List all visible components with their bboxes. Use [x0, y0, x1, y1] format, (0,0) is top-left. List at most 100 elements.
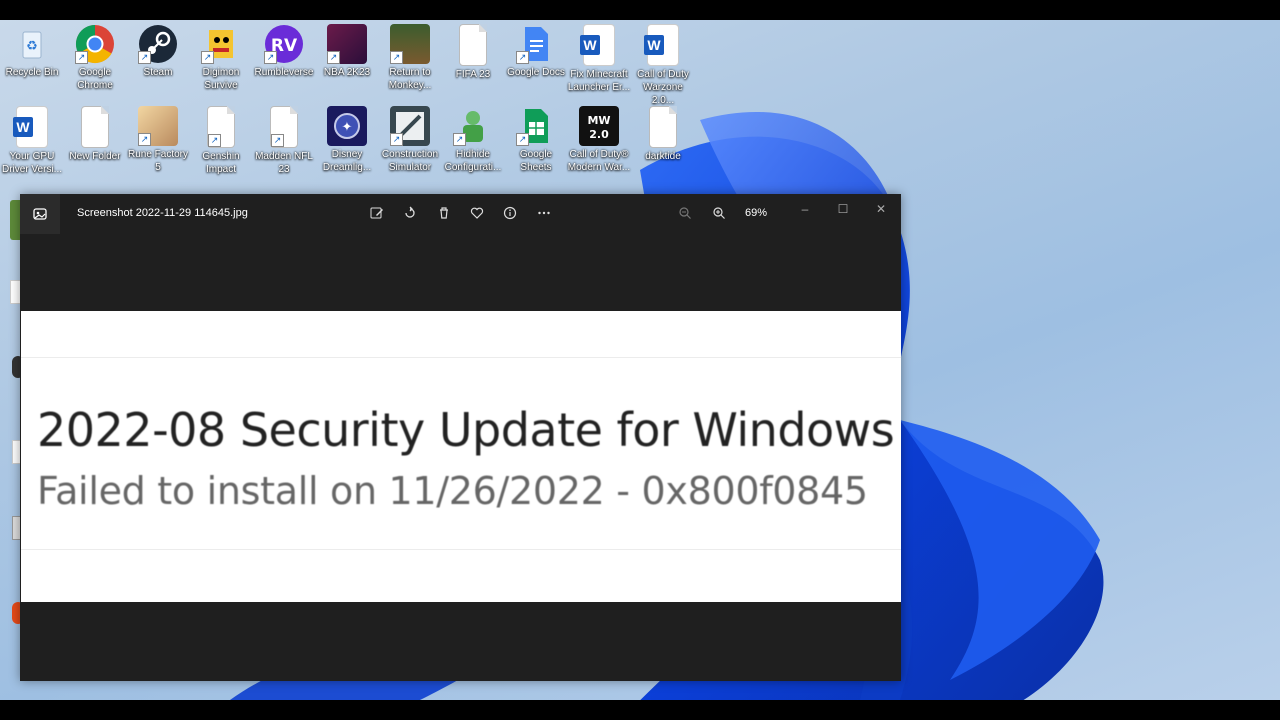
file-icon — [81, 106, 109, 148]
more-icon[interactable] — [535, 206, 553, 222]
desktop-icon-label: New Folder — [69, 151, 121, 162]
rumbleverse-icon: RV ↗ — [264, 24, 304, 64]
file-icon: ↗ — [207, 106, 235, 148]
shortcut-arrow-icon: ↗ — [201, 51, 214, 64]
desktop-icon-label: Your GPU Driver Versi... — [1, 151, 62, 175]
desktop-icon-label: Digimon Survive — [202, 67, 240, 91]
desktop-icon-label: Fix Minecraft Launcher Er... — [567, 69, 631, 93]
shortcut-arrow-icon: ↗ — [138, 51, 151, 64]
desktop-icon-label: Call of Duty Warzone 2.0... — [637, 69, 689, 106]
desktop-icon-return-to-monkey[interactable]: ↗ Return to Monkey... — [378, 24, 442, 92]
zoom-level[interactable]: 69% — [745, 207, 767, 219]
disney-icon: ✦ — [327, 106, 367, 146]
photos-viewer-window[interactable]: Screenshot 2022-11-29 114645.jpg 69% – ☐… — [20, 194, 901, 681]
desktop-icon-label: Call of Duty® Modern War... — [567, 149, 631, 173]
shortcut-arrow-icon: ↗ — [390, 51, 403, 64]
desktop-icon-madden[interactable]: ↗ Madden NFL 23 — [252, 106, 316, 176]
close-button[interactable]: ✕ — [863, 198, 899, 220]
desktop-icon-google-chrome[interactable]: ↗ Google Chrome — [63, 24, 127, 92]
digimon-icon: ↗ — [201, 24, 241, 64]
shortcut-arrow-icon: ↗ — [327, 51, 340, 64]
desktop-icon-label: Disney Dreamlig... — [322, 149, 372, 173]
desktop-icon-steam[interactable]: ↗ Steam — [126, 24, 190, 79]
desktop-icon-label: Return to Monkey... — [388, 67, 432, 91]
desktop-icon-nba-2k23[interactable]: ↗ NBA 2K23 — [315, 24, 379, 79]
chrome-icon: ↗ — [75, 24, 115, 64]
svg-text:✦: ✦ — [342, 119, 353, 134]
desktop-icon-cod-mw2[interactable]: MW 2.0 Call of Duty® Modern War... — [567, 106, 631, 174]
desktop-icon-label: FIFA 23 — [455, 69, 491, 80]
desktop-icon-rumbleverse[interactable]: RV ↗ Rumbleverse — [252, 24, 316, 79]
minimize-button[interactable]: – — [787, 198, 823, 220]
shortcut-arrow-icon: ↗ — [453, 133, 466, 146]
desktop-icon-cod-warzone[interactable]: W Call of Duty Warzone 2.0... — [631, 24, 695, 107]
shortcut-arrow-icon: ↗ — [208, 134, 221, 147]
rune-factory-icon: ↗ — [138, 106, 178, 146]
svg-text:2.0: 2.0 — [589, 128, 609, 141]
desktop-icon-recycle-bin[interactable]: ♻ Recycle Bin — [0, 24, 64, 79]
desktop-icon-label: Steam — [143, 67, 173, 78]
zoom-in-icon[interactable] — [710, 206, 728, 222]
mw2-icon: MW 2.0 — [579, 106, 619, 146]
word-doc-icon: W — [580, 24, 615, 66]
desktop-icon-hidhide[interactable]: ↗ Hidhide Configurati... — [441, 106, 505, 174]
shortcut-arrow-icon: ↗ — [516, 51, 529, 64]
delete-icon[interactable] — [435, 206, 453, 222]
steam-icon: ↗ — [138, 24, 178, 64]
desktop-icon-label: Hidhide Configurati... — [444, 149, 502, 173]
desktop-icon-darktide[interactable]: darktide — [631, 106, 695, 163]
desktop-icon-disney[interactable]: ✦ Disney Dreamlig... — [315, 106, 379, 174]
desktop-icon-google-sheets[interactable]: ↗ Google Sheets — [504, 106, 568, 174]
desktop-icon-construction-sim[interactable]: ↗ Construction Simulator — [378, 106, 442, 174]
heart-icon[interactable] — [468, 206, 486, 222]
zoom-out-icon[interactable] — [676, 206, 694, 222]
title-bar[interactable]: Screenshot 2022-11-29 114645.jpg 69% – ☐… — [20, 194, 901, 234]
bottom-letterbox — [0, 700, 1280, 720]
monkey-island-icon: ↗ — [390, 24, 430, 64]
desktop-icon-label: Rune Factory 5 — [127, 149, 189, 173]
photos-app-icon[interactable] — [20, 194, 60, 234]
desktop-icon-label: Google Chrome — [77, 67, 113, 91]
image-update-title: 2022-08 Security Update for Windows — [37, 403, 895, 457]
maximize-button[interactable]: ☐ — [825, 198, 861, 220]
edit-icon[interactable] — [368, 206, 386, 222]
desktop-icon-digimon-survive[interactable]: ↗ Digimon Survive — [189, 24, 253, 92]
divider — [21, 357, 901, 358]
file-icon — [459, 24, 487, 66]
info-icon[interactable] — [501, 206, 519, 222]
desktop-icon-fifa-23[interactable]: FIFA 23 — [441, 24, 505, 81]
svg-text:MW: MW — [587, 114, 610, 127]
divider — [21, 549, 901, 550]
recycle-bin-icon: ♻ — [12, 24, 52, 64]
file-icon — [649, 106, 677, 148]
word-doc-icon: W — [644, 24, 679, 66]
desktop-icon-fix-minecraft[interactable]: W Fix Minecraft Launcher Er... — [567, 24, 631, 94]
google-docs-icon: ↗ — [516, 24, 556, 64]
displayed-image[interactable]: 2022-08 Security Update for Windows Fail… — [21, 311, 901, 602]
desktop-icon-label: darktide — [645, 151, 681, 162]
desktop-icon-label: Google Docs — [507, 67, 565, 78]
desktop-icon-label: Madden NFL 23 — [255, 151, 313, 175]
shortcut-arrow-icon: ↗ — [390, 133, 403, 146]
shortcut-arrow-icon: ↗ — [138, 133, 151, 146]
desktop-icon-gpu-driver[interactable]: W Your GPU Driver Versi... — [0, 106, 64, 176]
desktop-icon-label: NBA 2K23 — [323, 67, 371, 78]
file-title: Screenshot 2022-11-29 114645.jpg — [77, 207, 248, 219]
desktop-icon-label: Google Sheets — [519, 149, 553, 173]
desktop-icon-label: Recycle Bin — [5, 67, 59, 78]
rotate-icon[interactable] — [401, 206, 419, 222]
image-update-status: Failed to install on 11/26/2022 - 0x800f… — [37, 469, 868, 513]
svg-text:♻: ♻ — [26, 38, 38, 53]
word-doc-icon: W — [13, 106, 48, 148]
construction-icon: ↗ — [390, 106, 430, 146]
desktop-icon-label: Rumbleverse — [254, 67, 314, 78]
google-sheets-icon: ↗ — [516, 106, 556, 146]
desktop-icon-rune-factory[interactable]: ↗ Rune Factory 5 — [126, 106, 190, 174]
desktop-icon-label: Genshin Impact — [202, 151, 240, 175]
hidhide-icon: ↗ — [453, 106, 493, 146]
desktop-icon-new-folder[interactable]: New Folder — [63, 106, 127, 163]
shortcut-arrow-icon: ↗ — [264, 51, 277, 64]
desktop-icon-google-docs[interactable]: ↗ Google Docs — [504, 24, 568, 79]
shortcut-arrow-icon: ↗ — [75, 51, 88, 64]
desktop-icon-genshin[interactable]: ↗ Genshin Impact — [189, 106, 253, 176]
